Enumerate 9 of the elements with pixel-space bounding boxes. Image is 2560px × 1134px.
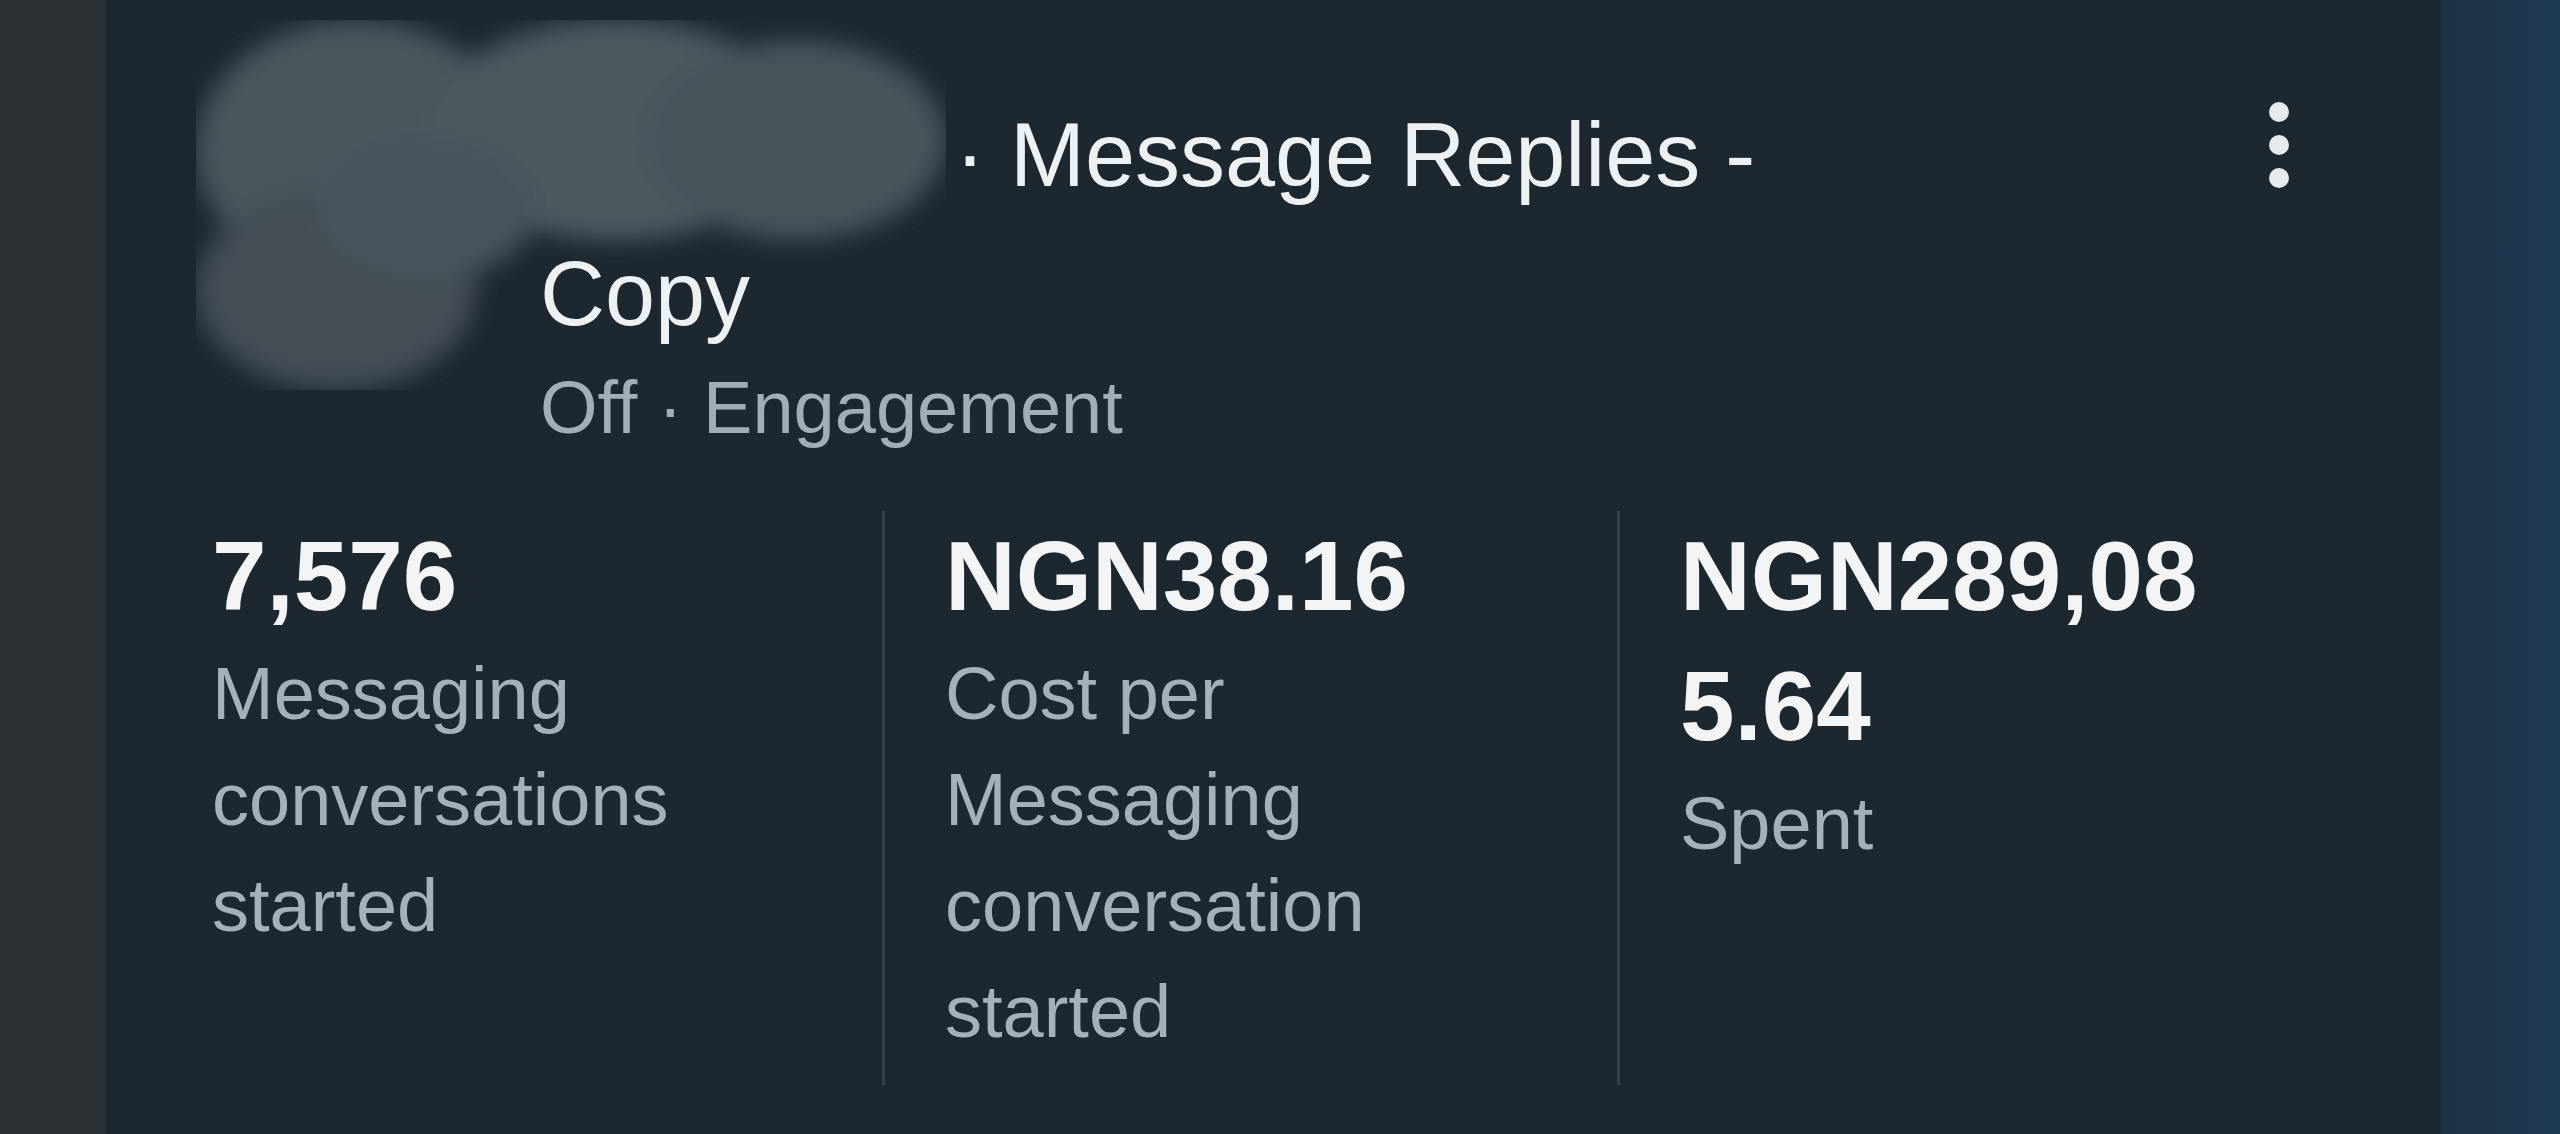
campaign-title: · Message Replies - Copy xyxy=(540,104,1757,346)
metric-label: Messaging conversations started xyxy=(212,651,670,949)
metric-value: 7,576 xyxy=(212,520,459,633)
more-options-icon[interactable] xyxy=(2267,100,2291,190)
metric-value: NGN289,085.64 xyxy=(1680,520,2199,763)
metric-label: Spent xyxy=(1680,781,1875,867)
metric-label: Cost per Messaging conversation started xyxy=(945,651,1366,1055)
campaign-status: Off · Engagement xyxy=(540,365,1124,451)
metric-value: NGN38.16 xyxy=(945,520,1409,633)
